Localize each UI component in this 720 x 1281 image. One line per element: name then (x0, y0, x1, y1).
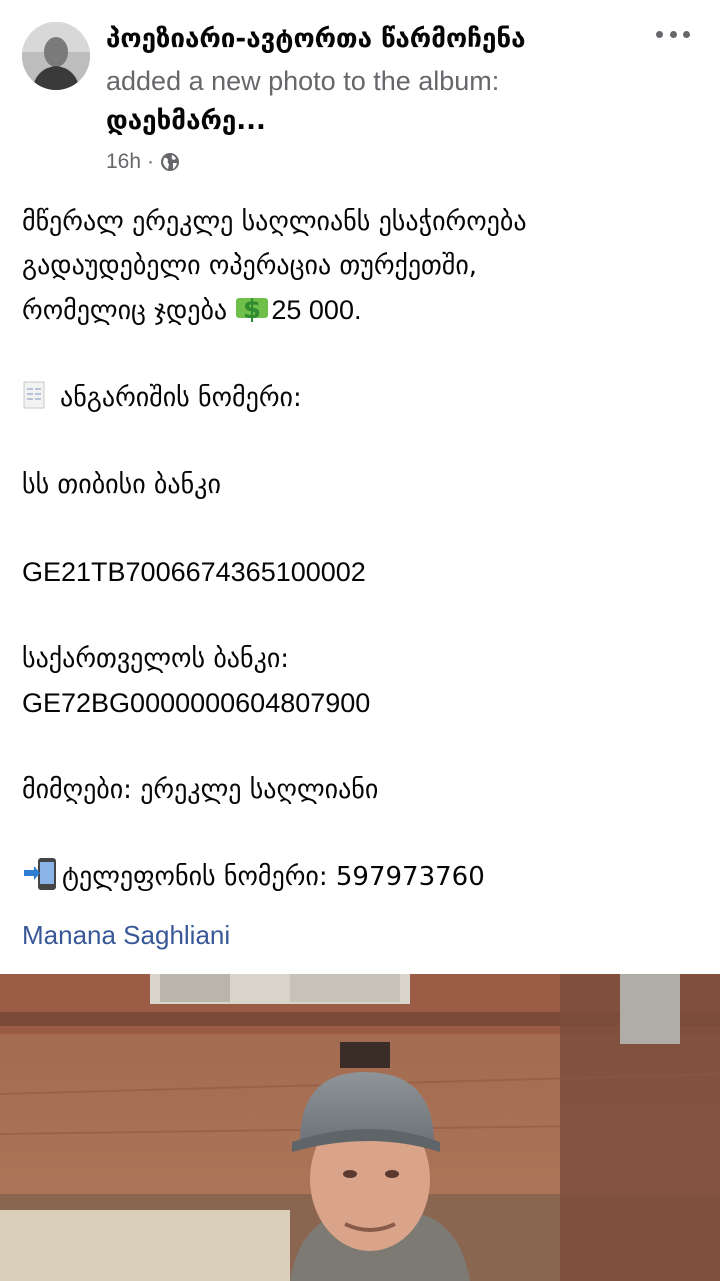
svg-text:$: $ (243, 295, 261, 323)
post-text-line: რომელიც ჯდება $25 000. (22, 288, 702, 333)
post-text-line: მწერალ ერეკლე საღლიანს ესაჭიროება (22, 207, 527, 237)
avatar-image (22, 22, 90, 90)
bank2-iban: GE72BG0000000604807900 (22, 688, 371, 718)
album-link[interactable]: დაეხმარე... (106, 106, 266, 136)
post-text: მწერალ ერეკლე საღლიანს ესაჭიროება გადაუდ… (22, 200, 702, 899)
meta-separator: · (147, 150, 155, 173)
phone-number: ტელეფონის ნომერი: 597973760 (62, 862, 485, 892)
post-time[interactable]: 16h (106, 150, 141, 174)
photo-image (0, 974, 720, 1281)
post-action-text: added a new photo to the album: (106, 66, 500, 96)
post-header: პოეზიარი-ავტორთა წარმოჩენა added a new p… (0, 0, 720, 190)
document-icon (22, 380, 46, 410)
more-options-icon[interactable] (656, 24, 690, 44)
author-name[interactable]: პოეზიარი-ავტორთა წარმოჩენა (106, 24, 526, 54)
post-text-line: გადაუდებელი ოპერაცია თურქეთში, (22, 251, 478, 281)
author-avatar[interactable] (22, 22, 90, 90)
post-photo[interactable] (0, 974, 720, 1281)
account-label-line: ანგარიშის ნომერი: (22, 376, 702, 420)
account-label: ანგარიშის ნომერი: (60, 383, 302, 413)
tagged-user-link[interactable]: Manana Saghliani (22, 920, 230, 951)
post-meta: 16h · (106, 150, 180, 174)
phone-line: ტელეფონის ნომერი: 597973760 (22, 855, 702, 899)
globe-icon (161, 153, 180, 171)
bank1-name: სს თიბისი ბანკი (22, 470, 221, 500)
bank2-name: საქართველოს ბანკი: (22, 644, 290, 674)
bank1-iban: GE21TB7006674365100002 (22, 557, 366, 587)
phone-arrow-icon (22, 857, 60, 891)
amount-prefix: რომელიც ჯდება (22, 296, 236, 326)
amount-value: 25 000. (271, 295, 362, 325)
dollar-icon: $ (235, 293, 269, 325)
recipient: მიმღები: ერეკლე საღლიანი (22, 775, 379, 805)
